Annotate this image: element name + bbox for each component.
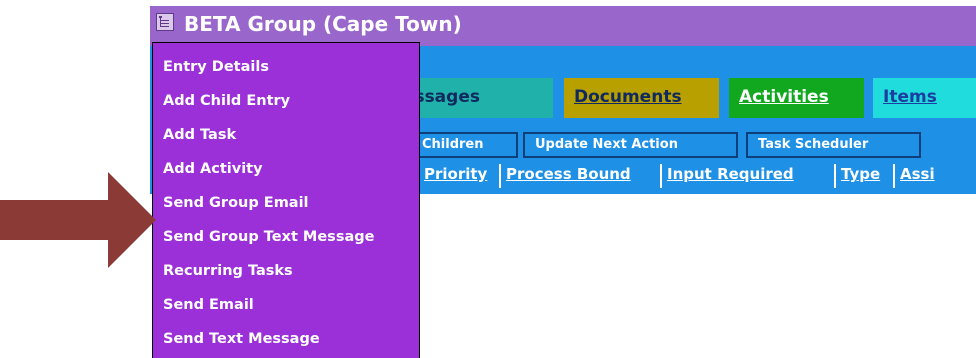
update-next-action-button[interactable]: Update Next Action [523,132,738,158]
column-separator [893,164,895,188]
tab-documents[interactable]: Documents [564,78,719,118]
menu-item-add-task[interactable]: Add Task [163,127,236,143]
task-scheduler-button[interactable]: Task Scheduler [746,132,921,158]
tab-items[interactable]: Items [873,78,976,118]
menu-item-entry-details[interactable]: Entry Details [163,59,269,75]
tab-activities[interactable]: Activities [729,78,864,118]
column-assigned[interactable]: Assi [900,165,935,183]
column-header-row: Priority Process Bound Input Required Ty… [380,162,976,192]
tree-menu-icon[interactable] [156,13,174,31]
column-separator [499,164,501,188]
column-type[interactable]: Type [841,165,880,183]
column-separator [660,164,662,188]
column-input-required[interactable]: Input Required [667,165,794,183]
column-separator [834,164,836,188]
menu-item-send-text-message[interactable]: Send Text Message [163,331,320,347]
window-title: BETA Group (Cape Town) [184,12,462,36]
pointer-arrow-icon [0,172,156,268]
menu-item-send-email[interactable]: Send Email [163,297,254,313]
window-title-bar: BETA Group (Cape Town) [150,6,976,46]
column-process-bound[interactable]: Process Bound [506,165,631,183]
menu-item-send-group-email[interactable]: Send Group Email [163,195,309,211]
menu-item-send-group-text-message[interactable]: Send Group Text Message [163,229,374,245]
menu-item-recurring-tasks[interactable]: Recurring Tasks [163,263,293,279]
context-menu: Entry Details Add Child Entry Add Task A… [152,42,420,358]
menu-item-add-activity[interactable]: Add Activity [163,161,263,177]
column-priority[interactable]: Priority [424,165,487,183]
menu-item-add-child-entry[interactable]: Add Child Entry [163,93,290,109]
